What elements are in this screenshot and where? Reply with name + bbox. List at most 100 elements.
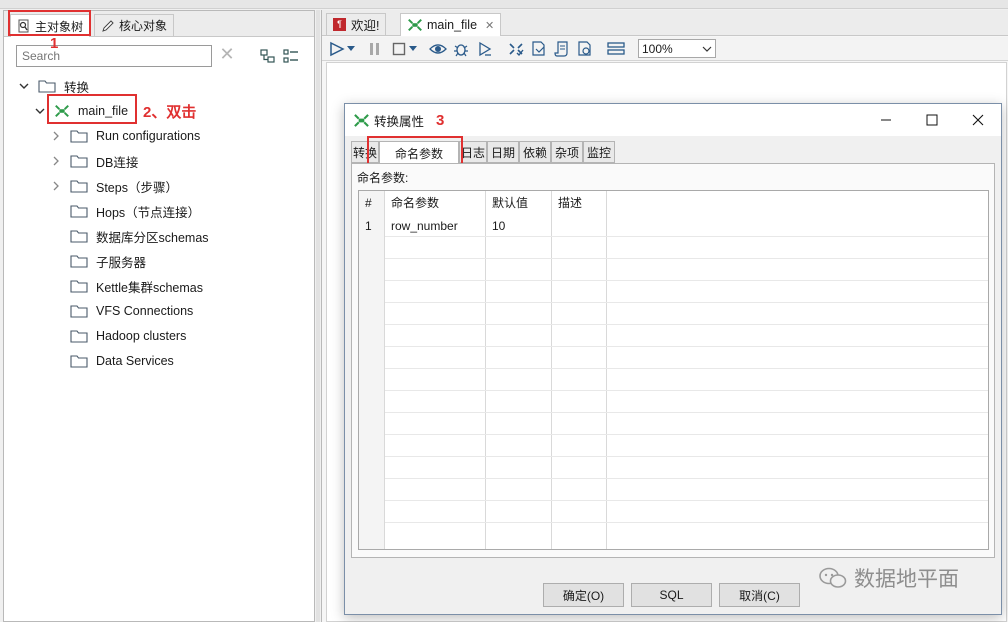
row-divider xyxy=(385,280,988,281)
row-divider xyxy=(385,258,988,259)
tab-core-objects[interactable]: 核心对象 xyxy=(94,14,175,36)
chevron-down-icon xyxy=(702,46,712,52)
toolbar: 100% xyxy=(322,37,1008,61)
tree-item[interactable]: 子服务器 xyxy=(70,250,146,272)
row-divider xyxy=(385,412,988,413)
row-divider xyxy=(385,478,988,479)
description-cell[interactable] xyxy=(552,214,607,237)
row-number: 1 xyxy=(365,218,372,233)
panel-splitter[interactable] xyxy=(316,10,320,622)
tab-log[interactable]: 日志 xyxy=(459,141,487,163)
tree-item[interactable]: Hadoop clusters xyxy=(70,325,186,347)
maximize-icon[interactable] xyxy=(909,104,955,136)
tree-item[interactable]: Hops（节点连接） xyxy=(70,200,200,222)
tree-label: Run configurations xyxy=(96,129,201,143)
watermark: 数据地平面 xyxy=(818,560,959,596)
expand-tree-icon[interactable] xyxy=(282,47,300,65)
tree-label: 转换 xyxy=(64,80,90,95)
annotation-label-2: 2、双击 xyxy=(143,104,197,121)
transformation-properties-dialog: 转换属性 3 转换 命名参数 日志 日期 依赖 杂项 监控 命名参数: # 命名… xyxy=(344,103,1002,615)
tree-item[interactable]: Data Services xyxy=(70,350,174,372)
impact-icon[interactable] xyxy=(530,41,548,57)
row-divider xyxy=(385,500,988,501)
chevron-right-icon[interactable] xyxy=(50,155,62,167)
preview-eye-icon[interactable] xyxy=(429,41,447,57)
run-icon[interactable] xyxy=(328,41,346,57)
row-divider xyxy=(385,302,988,303)
tab-date[interactable]: 日期 xyxy=(487,141,519,163)
named-parameters-panel: 命名参数: # 命名参数 默认值 描述 1 row_number 10 xyxy=(351,163,995,558)
folder-icon xyxy=(70,205,88,218)
column-header[interactable]: 描述 xyxy=(552,191,607,214)
transformation-icon xyxy=(407,18,423,32)
collapse-tree-icon[interactable] xyxy=(259,47,277,65)
pencil-icon xyxy=(101,19,115,33)
chevron-right-icon[interactable] xyxy=(50,180,62,192)
column-header[interactable]: # xyxy=(359,191,385,214)
row-divider xyxy=(385,236,988,237)
ok-button[interactable]: 确定(O) xyxy=(543,583,624,607)
zoom-select[interactable]: 100% xyxy=(638,39,716,58)
parameters-table[interactable]: # 命名参数 默认值 描述 1 row_number 10 xyxy=(358,190,989,550)
show-results-icon[interactable] xyxy=(607,41,625,57)
tree-item[interactable]: Steps（步骤） xyxy=(50,175,178,197)
folder-icon xyxy=(70,355,88,368)
row-divider xyxy=(385,434,988,435)
row-number-column xyxy=(359,191,385,549)
stop-dropdown-icon[interactable] xyxy=(408,41,418,57)
tab-dependencies[interactable]: 依赖 xyxy=(519,141,551,163)
row-divider xyxy=(385,456,988,457)
tree-label: Kettle集群schemas xyxy=(96,280,203,295)
sql-button[interactable]: SQL xyxy=(631,583,712,607)
tab-misc[interactable]: 杂项 xyxy=(551,141,583,163)
tree-item[interactable]: 数据库分区schemas xyxy=(70,225,209,247)
tree-item[interactable]: VFS Connections xyxy=(70,300,193,322)
tree-item[interactable]: Run configurations xyxy=(50,125,200,147)
tree-label: 数据库分区schemas xyxy=(96,230,209,245)
transformation-icon xyxy=(353,113,370,128)
run-dropdown-icon[interactable] xyxy=(346,41,356,57)
tab-monitoring[interactable]: 监控 xyxy=(583,141,615,163)
chevron-right-icon[interactable] xyxy=(50,130,62,142)
chevron-down-icon[interactable] xyxy=(18,80,30,92)
minimize-icon[interactable] xyxy=(863,104,909,136)
annotation-box-1 xyxy=(8,10,91,36)
dialog-titlebar[interactable]: 转换属性 3 xyxy=(345,104,1001,136)
tree-item[interactable]: Kettle集群schemas xyxy=(70,275,203,297)
explore-db-icon[interactable] xyxy=(576,41,594,57)
tab-main-file[interactable]: main_file ✕ xyxy=(400,13,502,36)
column-header[interactable]: 默认值 xyxy=(486,191,552,214)
chevron-down-icon[interactable] xyxy=(34,105,46,117)
column-header[interactable]: 命名参数 xyxy=(385,191,486,214)
column xyxy=(385,191,486,549)
tree-label: Hops（节点连接） xyxy=(96,205,201,220)
wechat-icon xyxy=(818,566,848,590)
replay-icon[interactable] xyxy=(476,41,494,57)
tab-label: 欢迎! xyxy=(351,19,380,33)
clear-search-icon[interactable]: ✕ xyxy=(218,45,236,65)
dialog-title: 转换属性 xyxy=(374,114,425,129)
row-divider xyxy=(385,390,988,391)
row-divider xyxy=(385,346,988,347)
default-value-cell[interactable]: 10 xyxy=(486,214,552,237)
parameter-name-cell[interactable]: row_number xyxy=(385,214,486,237)
column xyxy=(486,191,552,549)
annotation-label-1: 1 xyxy=(50,35,59,52)
search-input[interactable] xyxy=(16,45,212,67)
tab-welcome[interactable]: ¶ 欢迎! xyxy=(326,13,387,35)
folder-icon xyxy=(70,180,88,193)
column xyxy=(552,191,607,549)
watermark-text: 数据地平面 xyxy=(854,567,959,591)
pause-icon[interactable] xyxy=(366,41,384,57)
stop-icon[interactable] xyxy=(390,41,408,57)
verify-icon[interactable] xyxy=(507,41,525,57)
annotation-label-3: 3 xyxy=(436,111,445,129)
debug-icon[interactable] xyxy=(452,41,470,57)
tree-label: 子服务器 xyxy=(96,255,147,270)
close-icon[interactable] xyxy=(955,104,1001,136)
tree-item[interactable]: DB连接 xyxy=(50,150,138,172)
cancel-button[interactable]: 取消(C) xyxy=(719,583,800,607)
sql-script-icon[interactable] xyxy=(553,41,571,57)
close-icon[interactable]: ✕ xyxy=(485,19,494,32)
tree-label: Steps（步骤） xyxy=(96,180,178,195)
